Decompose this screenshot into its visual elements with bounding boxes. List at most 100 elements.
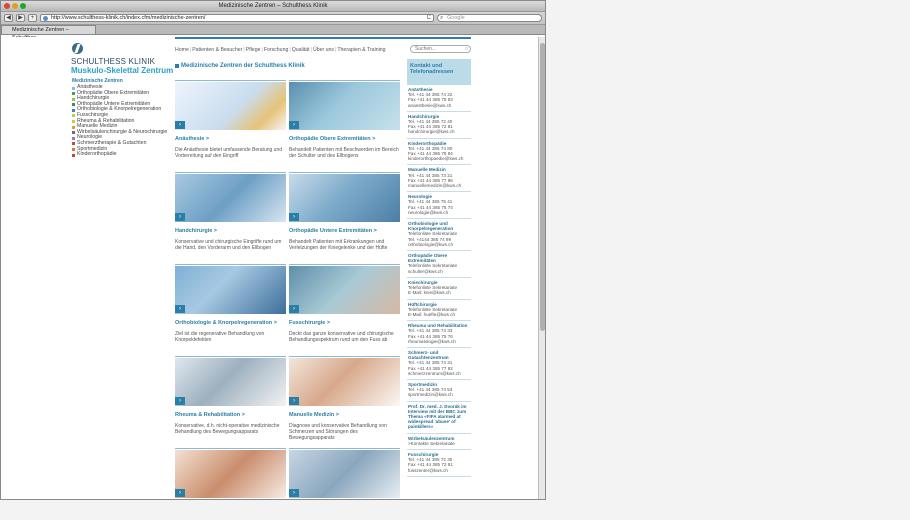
card-photo[interactable]: [175, 266, 286, 314]
card-divider: [175, 172, 286, 173]
card-divider: [175, 356, 286, 357]
topnav-link[interactable]: Pflege: [246, 47, 261, 53]
card-photo[interactable]: [175, 358, 286, 406]
contact-title[interactable]: Schmerz- und Gutachtenzentrum: [408, 350, 470, 360]
center-card[interactable]: › Manuelle Medizin > Diagnose und konserva…: [289, 356, 400, 441]
card-description: Konservative, d.h. nicht-operative mediz…: [175, 423, 280, 435]
arrow-right-icon[interactable]: ›: [175, 213, 185, 221]
arrow-right-icon[interactable]: ›: [175, 121, 185, 129]
brand-name[interactable]: SCHULTHESS KLINIK: [71, 57, 155, 66]
contact-title[interactable]: Orthobiologie und Knorpelregeneration: [408, 221, 470, 231]
contact-block: Sportmedizin Tel. +41 44 385 74 53 sportme…: [407, 380, 471, 402]
page-heading: Medizinische Zentren der Schulthess Klin…: [175, 63, 305, 69]
contact-line[interactable]: schulter@kws.ch: [408, 269, 470, 274]
contact-title[interactable]: Prof. Dr. med. J. Dvorák im Interview mi…: [408, 404, 470, 430]
contact-line[interactable]: E-Mail: knie@kws.ch: [408, 290, 470, 295]
contact-line[interactable]: schmerzzentrum@kws.ch: [408, 371, 470, 376]
topnav-link[interactable]: Patienten & Besucher: [192, 47, 242, 53]
schulthess-logo-icon[interactable]: [72, 43, 83, 54]
bullet-icon: [72, 120, 75, 124]
brand-subtitle[interactable]: Muskulo-Skelettal Zentrum: [71, 66, 173, 75]
contact-line[interactable]: fusszenter@kws.ch: [408, 468, 470, 473]
arrow-right-icon[interactable]: ›: [289, 489, 299, 497]
card-photo[interactable]: [289, 450, 400, 498]
card-title[interactable]: Orthopädie Untere Extremitäten >: [289, 228, 400, 234]
center-card[interactable]: › Rheuma & Rehabilitation > Konservative, …: [175, 356, 286, 436]
contact-line[interactable]: manuellemedizin@kws.ch: [408, 183, 470, 188]
zoom-window-button[interactable]: [20, 3, 26, 9]
center-card[interactable]: › Orthopädie Untere Extremitäten > Behande…: [289, 172, 400, 252]
google-search-field[interactable]: ⌕ Google: [437, 14, 542, 22]
arrow-right-icon[interactable]: ›: [175, 489, 185, 497]
card-title[interactable]: Fusschirurgie >: [289, 320, 400, 326]
bullet-icon: [72, 103, 75, 107]
center-card[interactable]: › Fusschirurgie > Deckt das ganze konserva…: [289, 264, 400, 344]
card-photo[interactable]: [175, 174, 286, 222]
card-title[interactable]: Orthopädie Obere Extremitäten >: [289, 136, 400, 142]
center-card[interactable]: ›: [175, 448, 286, 499]
nav-separator: |: [261, 47, 263, 53]
forward-button[interactable]: ▶: [16, 14, 25, 22]
card-photo[interactable]: [289, 266, 400, 314]
card-title[interactable]: Anästhesie >: [175, 136, 286, 142]
back-button[interactable]: ◀: [4, 14, 13, 22]
contact-line[interactable]: >Kontakte Sekretariate: [408, 441, 470, 446]
card-photo[interactable]: [175, 450, 286, 498]
card-photo[interactable]: [289, 358, 400, 406]
minimize-window-button[interactable]: [12, 3, 18, 9]
contact-line[interactable]: sportmedizin@kws.ch: [408, 392, 470, 397]
vertical-scrollbar[interactable]: [538, 37, 545, 499]
url-text: http://www.schulthess-klinik.ch/index.cf…: [51, 15, 206, 21]
topnav-link[interactable]: Home: [175, 47, 189, 53]
contact-line[interactable]: neurologie@kws.ch: [408, 210, 470, 215]
add-bookmark-button[interactable]: +: [28, 14, 37, 22]
center-card[interactable]: › Handchirurgie > Konservative und chirurg…: [175, 172, 286, 252]
title-bar: Medizinische Zentren – Schulthess Klinik: [1, 1, 545, 12]
contact-line[interactable]: anaesthesie@kws.ch: [408, 103, 470, 108]
arrow-right-icon[interactable]: ›: [289, 397, 299, 405]
arrow-right-icon[interactable]: ›: [175, 397, 185, 405]
scrollbar-thumb[interactable]: [540, 43, 545, 331]
card-title[interactable]: Rheuma & Rehabilitation >: [175, 412, 286, 418]
arrow-right-icon[interactable]: ›: [289, 213, 299, 221]
contact-line[interactable]: orthobiologie@kws.ch: [408, 242, 470, 247]
card-title[interactable]: Handchirurgie >: [175, 228, 286, 234]
sidebar-item-label: Kinderorthopädie: [77, 151, 117, 158]
card-photo[interactable]: [175, 82, 286, 130]
contact-block: Handchirurgie Tel. +41 44 385 72 40 Fax +4…: [407, 112, 471, 139]
card-photo[interactable]: [289, 174, 400, 222]
contact-block: Orthobiologie und Knorpelregeneration Tel…: [407, 219, 471, 252]
contact-line[interactable]: E-Mail: huefte@kws.ch: [408, 312, 470, 317]
site-search-input[interactable]: Suchen... ○: [410, 45, 471, 53]
arrow-right-icon[interactable]: ›: [289, 305, 299, 313]
center-card[interactable]: › Orthobiologie & Knorpelregeneration > Zi…: [175, 264, 286, 344]
card-photo[interactable]: [289, 82, 400, 130]
close-window-button[interactable]: [4, 3, 10, 9]
web-page: SCHULTHESS KLINIK Muskulo-Skelettal Zent…: [1, 37, 539, 499]
card-title[interactable]: Manuelle Medizin >: [289, 412, 400, 418]
topnav-link[interactable]: Forschung: [264, 47, 289, 53]
tab-medizinische-zentren[interactable]: Medizinische Zentren – Schulthes...: [1, 25, 96, 41]
card-description: Diagnose und konservative Behandlung von…: [289, 423, 387, 441]
sidebar-item[interactable]: Kinderorthopädie: [72, 151, 167, 158]
center-card[interactable]: › Anästhesie > Die Anästhesie bietet umfas…: [175, 80, 286, 160]
contact-title[interactable]: Orthopädie Obere Extremitäten: [408, 253, 470, 263]
address-bar[interactable]: http://www.schulthess-klinik.ch/index.cf…: [40, 14, 434, 22]
arrow-right-icon[interactable]: ›: [289, 121, 299, 129]
center-card[interactable]: › Orthopädie Obere Extremitäten > Behandel…: [289, 80, 400, 160]
contact-line[interactable]: rheumatologie@kws.ch: [408, 339, 470, 344]
center-card[interactable]: ›: [289, 448, 400, 499]
topnav-link[interactable]: Über uns: [313, 47, 334, 53]
card-title[interactable]: Orthobiologie & Knorpelregeneration >: [175, 320, 286, 326]
arrow-right-icon[interactable]: ›: [175, 305, 185, 313]
reload-icon[interactable]: C: [427, 15, 431, 22]
search-icon[interactable]: ○: [465, 46, 468, 52]
card-description: Behandelt Patienten mit Erkrankungen und…: [289, 239, 388, 251]
contact-line[interactable]: handchirurgie@kws.ch: [408, 129, 470, 134]
contact-line[interactable]: kinderorthopaedie@kws.ch: [408, 156, 470, 161]
bullet-icon: [72, 136, 75, 140]
bullet-icon: [72, 108, 75, 112]
topnav-link[interactable]: Therapien & Training: [337, 47, 385, 53]
topnav-link[interactable]: Qualität: [292, 47, 310, 53]
bullet-icon: [72, 153, 75, 157]
